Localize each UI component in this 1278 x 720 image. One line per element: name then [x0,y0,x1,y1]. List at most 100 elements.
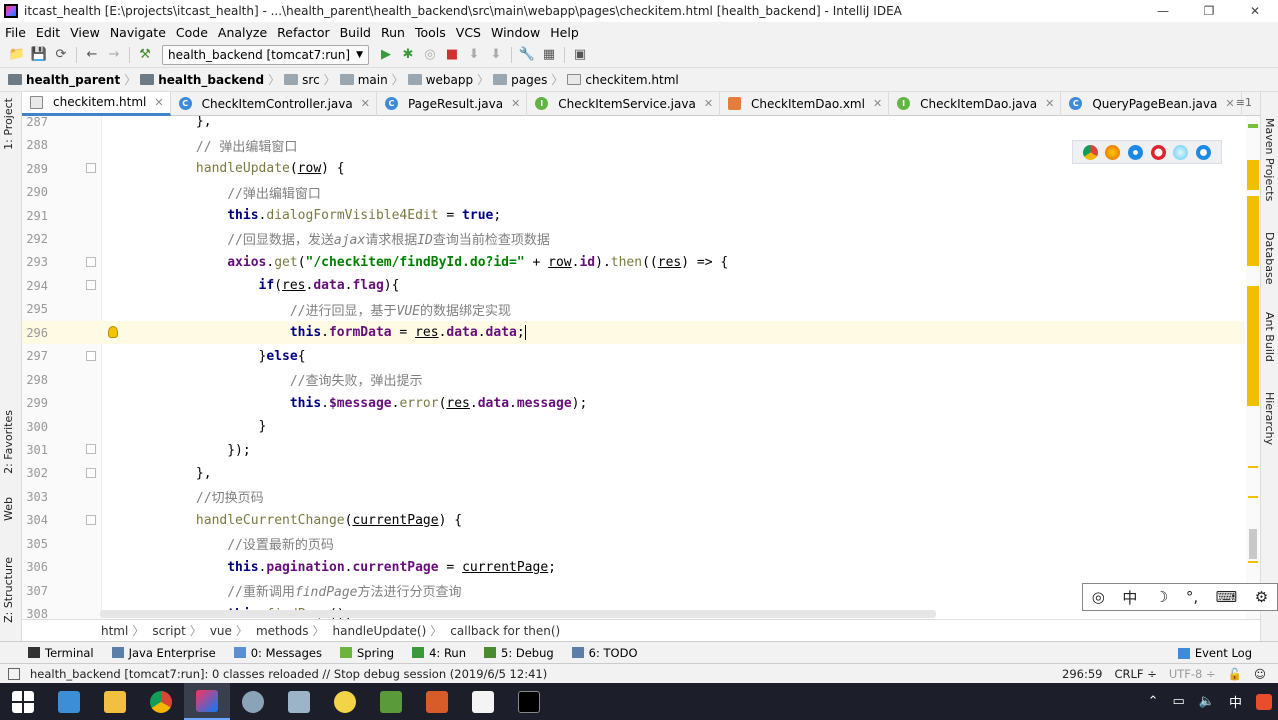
build-hammer-icon[interactable]: ⚒ [134,45,156,65]
gear-icon[interactable]: ⚙ [1255,588,1268,606]
tabs-overflow-button[interactable]: ≡1 [1236,96,1252,109]
fold-marker-icon[interactable] [86,162,96,173]
breadcrumb-item[interactable]: main 〉 [339,71,404,88]
warning-marker[interactable] [1248,496,1258,498]
warning-marker[interactable] [1247,160,1259,190]
code-text[interactable]: //设置最新的页码 [102,534,334,553]
sdk-icon[interactable]: ▣ [569,45,591,65]
status-message[interactable]: health_backend [tomcat7:run]: 0 classes … [30,667,547,681]
volume-icon[interactable]: 🔈 [1199,694,1215,709]
code-line[interactable]: 293 axios.get("/checkitem/findById.do?id… [22,251,1244,274]
taskbar-item[interactable] [138,683,184,720]
taskbar-item[interactable] [230,683,276,720]
code-text[interactable]: // 弹出编辑窗口 [102,136,297,155]
toolwindow-terminal[interactable]: Terminal [28,646,94,660]
taskbar-item[interactable] [506,683,552,720]
toolwindow-spring[interactable]: Spring [339,646,394,660]
code-text[interactable]: //回显数据，发送ajax请求根据ID查询当前检查项数据 [102,229,550,248]
ime-logo-icon[interactable]: ◎ [1092,588,1105,606]
ime-moon-icon[interactable]: ☽ [1155,588,1168,606]
taskbar-item[interactable] [184,683,230,720]
code-text[interactable]: //弹出编辑窗口 [102,183,321,202]
code-text[interactable]: handleCurrentChange(currentPage) { [102,513,462,528]
taskbar-item[interactable] [276,683,322,720]
fold-marker-icon[interactable] [86,467,96,478]
save-all-icon[interactable]: 💾 [28,45,50,65]
structure-crumb[interactable]: handleUpdate() [333,624,427,638]
code-text[interactable]: //重新调用findPage方法进行分页查询 [102,581,461,600]
ime-chinese-mode[interactable]: 中 [1122,587,1137,608]
coverage-icon[interactable]: ◎ [419,45,441,65]
tool-windows-icon[interactable] [8,668,20,680]
breadcrumb-item[interactable]: src 〉 [284,71,336,88]
code-line[interactable]: 299 this.$message.error(res.data.message… [22,391,1244,414]
taskbar-item[interactable] [46,683,92,720]
code-line[interactable]: 297 }else{ [22,345,1244,368]
code-text[interactable]: this.dialogFormVisible4Edit = true; [102,208,501,223]
menu-analyze[interactable]: Analyze [218,25,267,40]
code-text[interactable]: }); [102,443,251,458]
toolwindow-4-run[interactable]: 4: Run [412,646,466,660]
deploy-icon[interactable]: ⬇ [485,45,507,65]
breadcrumb-item[interactable]: health_parent 〉 [8,71,136,88]
fold-marker-icon[interactable] [86,256,96,267]
close-button[interactable]: ✕ [1232,0,1278,22]
code-line[interactable]: 292 //回显数据，发送ajax请求根据ID查询当前检查项数据 [22,227,1244,250]
edge-icon[interactable] [1196,144,1212,160]
file-encoding[interactable]: UTF-8 ÷ [1169,667,1216,681]
code-line[interactable]: 307 //重新调用findPage方法进行分页查询 [22,579,1244,602]
toolwindow-0-messages[interactable]: 0: Messages [233,646,322,660]
close-icon[interactable]: ✕ [1225,97,1234,110]
close-icon[interactable]: ✕ [154,96,163,109]
taskbar-item[interactable] [460,683,506,720]
network-icon[interactable]: ▭ [1173,694,1185,709]
tab-checkitemdao-java[interactable]: I CheckItemDao.java ✕ [889,91,1062,116]
settings-wrench-icon[interactable]: 🔧 [516,45,538,65]
project-structure-icon[interactable]: ▦ [538,45,560,65]
taskbar-item[interactable] [414,683,460,720]
code-text[interactable]: this.formData = res.data.data; [102,325,526,341]
code-line[interactable]: 306 this.pagination.currentPage = curren… [22,556,1244,579]
menu-navigate[interactable]: Navigate [110,25,166,40]
code-line[interactable]: 300 } [22,415,1244,438]
build-artifact-icon[interactable]: ⬇ [463,45,485,65]
code-line[interactable]: 296 this.formData = res.data.data; [22,321,1244,345]
breadcrumb-item[interactable]: webapp 〉 [407,71,489,88]
keyboard-icon[interactable]: ⌨ [1216,588,1238,606]
code-line[interactable]: 291 this.dialogFormVisible4Edit = true; [22,204,1244,227]
forward-arrow-icon[interactable]: → [103,45,125,65]
code-text[interactable]: //切换页码 [102,487,264,506]
code-line[interactable]: 302 }, [22,462,1244,485]
chevron-up-icon[interactable]: ⌃ [1148,694,1159,709]
run-icon[interactable]: ▶ [375,45,397,65]
breadcrumb-item[interactable]: checkitem.html [567,73,679,87]
tab-pageresult-java[interactable]: C PageResult.java ✕ [377,91,528,116]
code-text[interactable]: }, [102,116,212,129]
back-arrow-icon[interactable]: ← [81,45,103,65]
sync-icon[interactable]: ⟳ [50,45,72,65]
warning-marker[interactable] [1248,561,1258,563]
firefox-icon[interactable] [1105,144,1121,160]
menu-code[interactable]: Code [176,25,208,40]
code-text[interactable]: }else{ [102,349,306,364]
fold-marker-icon[interactable] [86,350,96,361]
close-icon[interactable]: ✕ [704,97,713,110]
code-text[interactable]: axios.get("/checkitem/findById.do?id=" +… [102,255,728,270]
error-stripe[interactable] [1246,116,1260,619]
structure-crumb[interactable]: vue [210,624,232,638]
menu-refactor[interactable]: Refactor [277,25,329,40]
favorites-tool-button[interactable]: 2: Favorites [2,410,15,474]
code-text[interactable]: //查询失败，弹出提示 [102,370,423,389]
menu-tools[interactable]: Tools [415,25,446,40]
code-line[interactable]: 294 if(res.data.flag){ [22,274,1244,297]
start-button[interactable] [0,683,46,720]
debug-icon[interactable]: ✱ [397,45,419,65]
warning-marker[interactable] [1247,196,1259,266]
tab-checkitem-html[interactable]: checkitem.html ✕ [22,91,171,116]
event-log-button[interactable]: Event Log [1177,646,1252,660]
code-text[interactable]: //进行回显，基于VUE的数据绑定实现 [102,300,511,319]
hierarchy-tool-button[interactable]: Hierarchy [1263,392,1276,445]
stop-icon[interactable]: ■ [441,45,463,65]
code-text[interactable]: } [102,419,267,434]
code-text[interactable]: this.pagination.currentPage = currentPag… [102,560,556,575]
